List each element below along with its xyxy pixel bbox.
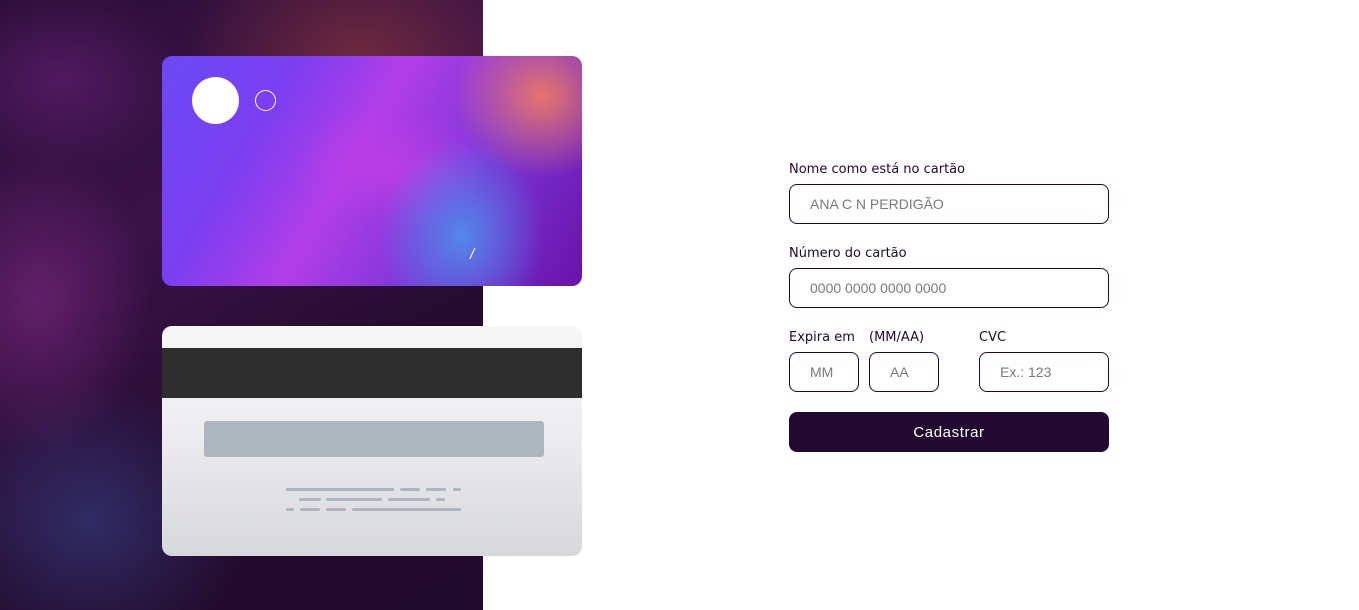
expiry-month-input[interactable] [789,352,859,392]
card-expiry-separator: / [470,246,475,263]
card-number-input[interactable] [789,268,1109,308]
card-logo-circle-outline-icon [255,90,276,111]
expiry-label: Expira em [789,330,855,345]
fine-print-line [453,488,461,491]
card-logo-circle-filled-icon [192,77,239,124]
fine-print-line [326,508,346,511]
cvc-label: CVC [979,330,1007,345]
expiry-format-label: (MM/AA) [869,330,925,345]
fine-print-line [352,508,461,511]
name-label: Nome como está no cartão [789,162,966,177]
card-fine-print [162,326,582,556]
fine-print-line [388,498,430,501]
fine-print-line [426,488,446,491]
submit-button[interactable]: Cadastrar [789,412,1109,452]
fine-print-line [299,498,321,501]
card-front: / [162,56,582,286]
fine-print-line [300,508,320,511]
fine-print-line [326,498,382,501]
cardholder-name-input[interactable] [789,184,1109,224]
card-back [162,326,582,556]
fine-print-line [400,488,420,491]
fine-print-line [286,508,294,511]
fine-print-line [436,498,445,501]
fine-print-line [286,488,394,491]
expiry-year-input[interactable] [869,352,939,392]
number-label: Número do cartão [789,246,907,261]
cvc-input[interactable] [979,352,1109,392]
